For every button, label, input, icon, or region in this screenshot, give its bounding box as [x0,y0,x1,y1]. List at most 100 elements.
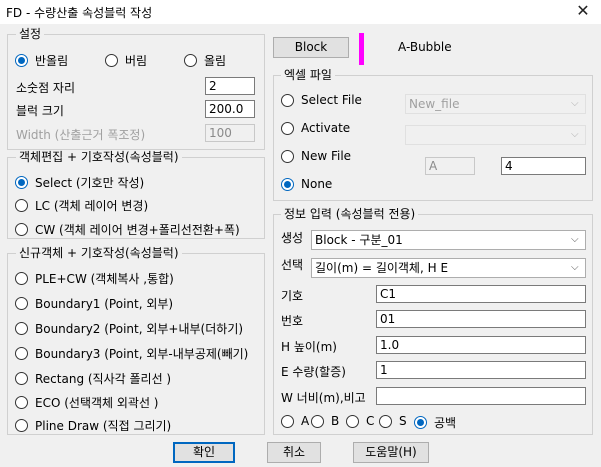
edit-select-radio[interactable]: Select (기호만 작성) [15,174,144,191]
choice-b-label: B [331,414,340,428]
quantity-label: E 수량(할증) [281,365,346,379]
choice-c-radio[interactable]: C [346,414,374,428]
select-label: 선택 [281,258,304,272]
new-rectang-radio[interactable]: Rectang (직사각 폴리선 ) [15,370,171,387]
radio-dot [15,176,28,189]
excel-new-file-radio[interactable]: New File [281,149,351,163]
block-size-label: 블럭 크기 [16,104,64,118]
window-title: FD - 수량산출 속성블럭 작성 [6,6,153,20]
height-input[interactable]: 1.0 [376,336,586,354]
decimal-places-label: 소숫점 자리 [16,81,76,95]
close-icon[interactable]: ✕ [573,1,593,20]
width-input: 100 [205,124,255,142]
new-eco-radio[interactable]: ECO (선택객체 외곽선 ) [15,394,159,411]
new-pline-draw-radio[interactable]: Pline Draw (직접 그리기) [15,417,171,434]
radio-dot [281,93,294,107]
radio-dot [15,322,28,335]
cancel-button[interactable]: 취소 [267,442,321,463]
radio-dot [311,414,324,428]
symbol-label: 기호 [281,289,304,303]
radio-dot [15,396,28,409]
choice-blank-radio[interactable]: 공백 [414,414,456,431]
excel-file-select[interactable]: New_file ⌵ [405,94,586,114]
width-note-label: W 너비(m),비고 [281,391,366,405]
excel-new-file-column-input: A [425,157,475,175]
radio-dot [15,272,28,285]
new-object-group-label: 신규객체 + 기호작성(속성블럭) [16,246,182,260]
quantity-input[interactable]: 1 [376,361,586,379]
choice-a-label: A [301,414,310,428]
excel-file-select-value: New_file [409,97,460,111]
rounding-up-label: 올림 [204,54,227,68]
choice-a-radio[interactable]: A [281,414,309,428]
radio-dot [281,149,294,163]
new-boundary1-label: Boundary1 (Point, 외부) [35,297,174,311]
chevron-down-icon: ⌵ [571,98,579,109]
excel-new-file-label: New File [301,149,352,163]
excel-select-file-label: Select File [301,93,362,107]
ok-button[interactable]: 확인 [173,442,235,463]
rounding-down-label: 버림 [125,54,148,68]
new-ple-cw-radio[interactable]: PLE+CW (객체복사 ,통합) [15,270,174,287]
settings-group-label: 설정 [16,27,45,41]
edit-cw-radio[interactable]: CW (객체 레이어 변경+폴리선전환+폭) [15,221,240,238]
radio-dot [15,199,28,212]
chevron-down-icon: ⌵ [571,262,579,273]
radio-dot [105,54,118,67]
radio-dot [281,121,294,135]
symbol-input[interactable]: C1 [376,285,586,303]
info-group-label: 정보 입력 (속성블럭 전용) [281,207,419,221]
new-boundary1-radio[interactable]: Boundary1 (Point, 외부) [15,295,173,312]
block-button[interactable]: Block [273,37,349,58]
decimal-places-input[interactable]: 2 [205,77,255,95]
rounding-round-label: 반올림 [35,54,69,68]
choice-b-radio[interactable]: B [311,414,339,428]
edit-cw-label: CW (객체 레이어 변경+폴리선전환+폭) [35,223,240,237]
radio-dot [184,54,197,67]
excel-activate-radio[interactable]: Activate [281,121,350,135]
number-input[interactable]: 01 [376,310,586,328]
radio-dot [346,414,359,428]
excel-none-label: None [301,177,333,191]
choice-s-label: S [399,414,407,428]
number-label: 번호 [281,314,304,328]
edit-select-label: Select (기호만 작성) [35,176,145,190]
height-label: H 높이(m) [281,340,337,354]
title-bar: FD - 수량산출 속성블럭 작성 ✕ [0,0,601,24]
radio-dot [15,419,28,432]
create-select[interactable]: Block - 구분_01 ⌵ [311,230,586,250]
choice-c-label: C [366,414,375,428]
rounding-round-radio[interactable]: 반올림 [15,52,68,69]
rounding-down-radio[interactable]: 버림 [105,52,147,69]
excel-activate-select[interactable]: ⌵ [405,125,586,145]
excel-none-radio[interactable]: None [281,177,332,191]
new-boundary3-radio[interactable]: Boundary3 (Point, 외부-내부공제(빼기) [15,345,248,362]
radio-dot [281,177,294,191]
new-ple-cw-label: PLE+CW (객체복사 ,통합) [35,272,174,286]
block-color-swatch [359,33,364,65]
choice-s-radio[interactable]: S [379,414,407,428]
create-label: 생성 [281,231,304,245]
block-name-label: A-Bubble [398,40,452,54]
radio-dot [15,54,28,67]
width-label: Width (산출근거 폭조정) [16,128,146,142]
new-eco-label: ECO (선택객체 외곽선 ) [35,396,159,410]
chevron-down-icon: ⌵ [571,129,579,140]
new-boundary2-radio[interactable]: Boundary2 (Point, 외부+내부(더하기) [15,320,243,337]
object-edit-group-label: 객체편집 + 기호작성(속성블럭) [16,150,182,164]
excel-new-file-row-input[interactable]: 4 [501,157,586,175]
select-select[interactable]: 길이(m) = 길이객체, H E ⌵ [311,258,586,278]
excel-select-file-radio[interactable]: Select File [281,93,362,107]
block-size-input[interactable]: 200.0 [205,100,255,118]
help-button[interactable]: 도움말(H) [353,442,429,463]
radio-dot [15,297,28,310]
choice-blank-label: 공백 [434,416,457,430]
radio-dot [15,347,28,360]
width-note-input[interactable] [376,387,586,405]
radio-dot [281,414,294,428]
edit-lc-radio[interactable]: LC (객체 레이어 변경) [15,197,148,214]
excel-group-label: 엑셀 파일 [281,68,335,82]
radio-dot [15,372,28,385]
edit-lc-label: LC (객체 레이어 변경) [35,199,149,213]
rounding-up-radio[interactable]: 올림 [184,52,226,69]
